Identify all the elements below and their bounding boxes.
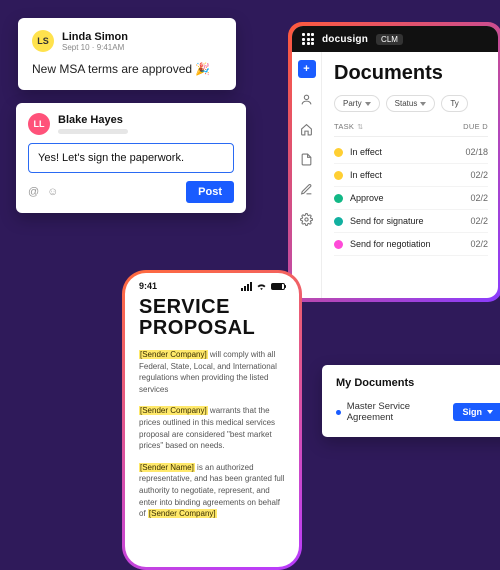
rail-edit-icon[interactable] xyxy=(298,180,316,198)
brand-name: docusign xyxy=(322,34,368,45)
wifi-icon xyxy=(256,282,267,290)
message-card-linda: LS Linda Simon Sept 10 · 9:41AM New MSA … xyxy=(18,18,236,90)
rail-home-icon[interactable] xyxy=(298,120,316,138)
col-due[interactable]: DUE D xyxy=(463,122,488,131)
table-row[interactable]: Send for signature 02/2 xyxy=(334,210,488,233)
avatar: LL xyxy=(28,113,50,135)
app-grid-icon[interactable] xyxy=(302,33,314,45)
due-date: 02/2 xyxy=(470,170,488,180)
author-name: Blake Hayes xyxy=(58,114,128,126)
emoji-icon[interactable]: ☺ xyxy=(47,186,58,198)
filter-status[interactable]: Status xyxy=(386,95,436,112)
page-title: Documents xyxy=(334,62,488,85)
due-date: 02/2 xyxy=(470,239,488,249)
rail-doc-icon[interactable] xyxy=(298,150,316,168)
author-name: Linda Simon xyxy=(62,31,128,43)
timestamp: Sept 10 · 9:41AM xyxy=(62,43,128,52)
doc-paragraph: [Sender Name] is an authorized represent… xyxy=(139,462,285,520)
due-date: 02/2 xyxy=(470,216,488,226)
app-titlebar: docusign CLM xyxy=(292,26,498,52)
rail-settings-icon[interactable] xyxy=(298,210,316,228)
status-dot xyxy=(334,194,343,203)
task-label: In effect xyxy=(350,170,382,180)
new-button[interactable]: + xyxy=(298,60,316,78)
my-documents-card: My Documents Master Service Agreement Si… xyxy=(322,365,500,437)
rail-user-icon[interactable] xyxy=(298,90,316,108)
status-dot xyxy=(334,240,343,249)
side-rail: + xyxy=(292,52,322,298)
phone-frame: 9:41 SERVICEPROPOSAL [Sender Company] wi… xyxy=(122,270,302,570)
compose-input[interactable]: Yes! Let's sign the paperwork. xyxy=(28,143,234,173)
task-label: Send for signature xyxy=(350,216,424,226)
status-dot xyxy=(334,217,343,226)
status-dot xyxy=(334,171,343,180)
app-window-frame: docusign CLM + Documents Party Status Ty xyxy=(288,22,500,302)
doc-paragraph: [Sender Company] warrants that the price… xyxy=(139,405,285,451)
mydocs-heading: My Documents xyxy=(336,377,500,389)
signal-icon xyxy=(241,282,252,291)
status-dot xyxy=(336,410,341,415)
sign-button[interactable]: Sign xyxy=(453,403,500,421)
status-dot xyxy=(334,148,343,157)
mention-icon[interactable]: @ xyxy=(28,186,39,198)
avatar: LS xyxy=(32,30,54,52)
message-text: New MSA terms are approved 🎉 xyxy=(32,62,222,76)
due-date: 02/2 xyxy=(470,193,488,203)
filter-type[interactable]: Ty xyxy=(441,95,467,112)
task-label: In effect xyxy=(350,147,382,157)
table-row[interactable]: In effect 02/2 xyxy=(334,164,488,187)
doc-title: SERVICEPROPOSAL xyxy=(139,297,285,339)
task-label: Approve xyxy=(350,193,384,203)
due-date: 02/18 xyxy=(465,147,488,157)
compose-card-blake: LL Blake Hayes Yes! Let's sign the paper… xyxy=(16,103,246,213)
task-label: Send for negotiation xyxy=(350,239,431,249)
table-row[interactable]: In effect 02/18 xyxy=(334,141,488,164)
table-row[interactable]: Approve 02/2 xyxy=(334,187,488,210)
product-badge: CLM xyxy=(376,34,403,45)
placeholder-line xyxy=(58,129,128,134)
chevron-down-icon xyxy=(487,410,493,414)
doc-paragraph: [Sender Company] will comply with all Fe… xyxy=(139,349,285,395)
col-task[interactable]: TASK ⇅ xyxy=(334,122,363,131)
filter-party[interactable]: Party xyxy=(334,95,380,112)
battery-icon xyxy=(271,283,285,290)
table-row[interactable]: Send for negotiation 02/2 xyxy=(334,233,488,256)
phone-time: 9:41 xyxy=(139,281,157,291)
doc-name[interactable]: Master Service Agreement xyxy=(347,401,453,423)
post-button[interactable]: Post xyxy=(186,181,234,203)
